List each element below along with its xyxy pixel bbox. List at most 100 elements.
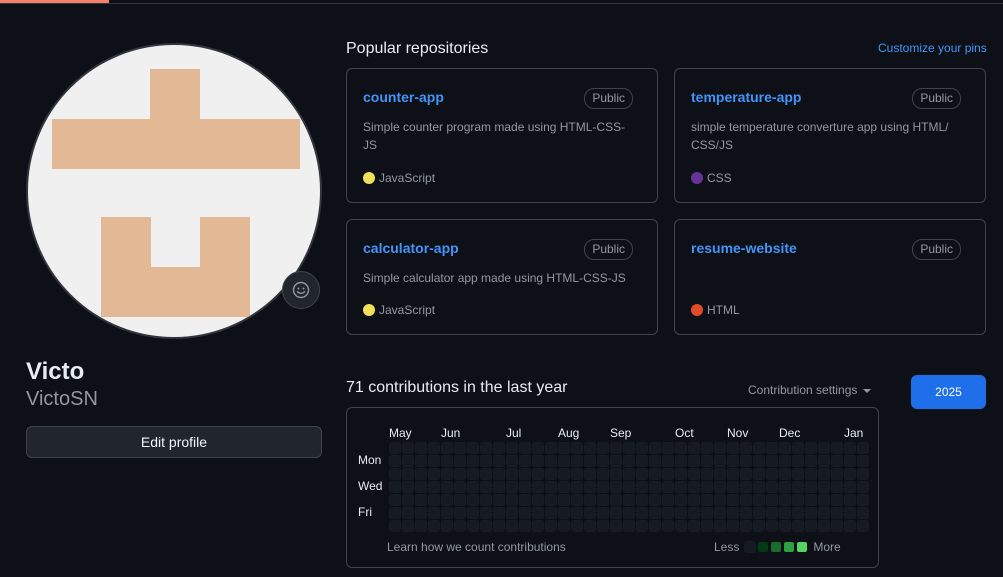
contribution-cell[interactable] [766,520,778,532]
contribution-cell[interactable] [584,494,596,506]
contribution-cell[interactable] [701,507,713,519]
contribution-cell[interactable] [844,442,856,454]
contribution-cell[interactable] [389,455,401,467]
contribution-cell[interactable] [545,442,557,454]
contribution-cell[interactable] [714,507,726,519]
contribution-cell[interactable] [467,442,479,454]
contribution-cell[interactable] [662,494,674,506]
contribution-cell[interactable] [831,507,843,519]
contribution-cell[interactable] [454,507,466,519]
contribution-cell[interactable] [597,494,609,506]
contribution-cell[interactable] [454,455,466,467]
contribution-cell[interactable] [701,442,713,454]
year-button[interactable]: 2025 [911,375,986,409]
contribution-cell[interactable] [675,481,687,493]
contribution-cell[interactable] [649,468,661,480]
contribution-cell[interactable] [779,507,791,519]
contribution-cell[interactable] [792,468,804,480]
contribution-cell[interactable] [389,481,401,493]
contribution-cell[interactable] [727,455,739,467]
contribution-cell[interactable] [428,520,440,532]
contribution-cell[interactable] [636,468,648,480]
contribution-cell[interactable] [714,468,726,480]
contribution-cell[interactable] [701,494,713,506]
contribution-cell[interactable] [532,481,544,493]
contribution-cell[interactable] [441,520,453,532]
contribution-cell[interactable] [688,468,700,480]
contribution-cell[interactable] [662,468,674,480]
contribution-cell[interactable] [402,520,414,532]
contribution-cell[interactable] [805,468,817,480]
contribution-cell[interactable] [792,494,804,506]
contribution-cell[interactable] [805,481,817,493]
contribution-cell[interactable] [402,442,414,454]
contribution-cell[interactable] [545,468,557,480]
contribution-cell[interactable] [740,494,752,506]
contribution-cell[interactable] [766,442,778,454]
contribution-cell[interactable] [545,520,557,532]
contribution-cell[interactable] [558,468,570,480]
contribution-cell[interactable] [740,481,752,493]
contribution-cell[interactable] [610,468,622,480]
contribution-cell[interactable] [831,520,843,532]
contribution-cell[interactable] [623,442,635,454]
contribution-cell[interactable] [480,481,492,493]
contribution-cell[interactable] [831,481,843,493]
contribution-cell[interactable] [753,494,765,506]
contribution-cell[interactable] [519,468,531,480]
contribution-cell[interactable] [740,520,752,532]
contribution-cell[interactable] [402,507,414,519]
contribution-cell[interactable] [844,455,856,467]
contribution-cell[interactable] [571,481,583,493]
contribution-settings-dropdown[interactable]: Contribution settings [748,383,872,397]
contribution-cell[interactable] [571,520,583,532]
contribution-cell[interactable] [727,468,739,480]
contribution-cell[interactable] [701,481,713,493]
contribution-cell[interactable] [701,455,713,467]
contribution-cell[interactable] [753,455,765,467]
contribution-cell[interactable] [623,455,635,467]
contribution-cell[interactable] [844,494,856,506]
contribution-cell[interactable] [441,481,453,493]
contribution-cell[interactable] [831,442,843,454]
contribution-cell[interactable] [753,442,765,454]
contribution-cell[interactable] [662,507,674,519]
contribution-cell[interactable] [740,468,752,480]
contribution-cell[interactable] [415,468,427,480]
contribution-cell[interactable] [428,481,440,493]
contribution-cell[interactable] [805,442,817,454]
contribution-cell[interactable] [571,494,583,506]
contribution-cell[interactable] [688,494,700,506]
contribution-cell[interactable] [675,494,687,506]
contribution-cell[interactable] [480,442,492,454]
contribution-cell[interactable] [688,520,700,532]
repo-name-link[interactable]: temperature-app [691,89,801,105]
contribution-cell[interactable] [532,455,544,467]
contribution-cell[interactable] [818,468,830,480]
contribution-cell[interactable] [649,455,661,467]
contribution-cell[interactable] [636,481,648,493]
contribution-cell[interactable] [415,481,427,493]
contribution-cell[interactable] [506,468,518,480]
contribution-cell[interactable] [467,507,479,519]
contribution-cell[interactable] [675,442,687,454]
contribution-cell[interactable] [714,481,726,493]
contribution-cell[interactable] [636,507,648,519]
contribution-cell[interactable] [584,468,596,480]
contribution-cell[interactable] [779,520,791,532]
contribution-cell[interactable] [818,494,830,506]
contribution-cell[interactable] [857,494,869,506]
contribution-cell[interactable] [584,507,596,519]
contribution-cell[interactable] [597,481,609,493]
contribution-cell[interactable] [857,442,869,454]
contribution-cell[interactable] [831,455,843,467]
contribution-cell[interactable] [506,481,518,493]
contribution-cell[interactable] [649,481,661,493]
contribution-cell[interactable] [792,455,804,467]
contribution-cell[interactable] [857,468,869,480]
contribution-cell[interactable] [545,455,557,467]
contribution-cell[interactable] [428,455,440,467]
contribution-cell[interactable] [493,494,505,506]
contribution-cell[interactable] [740,442,752,454]
contribution-cell[interactable] [623,520,635,532]
